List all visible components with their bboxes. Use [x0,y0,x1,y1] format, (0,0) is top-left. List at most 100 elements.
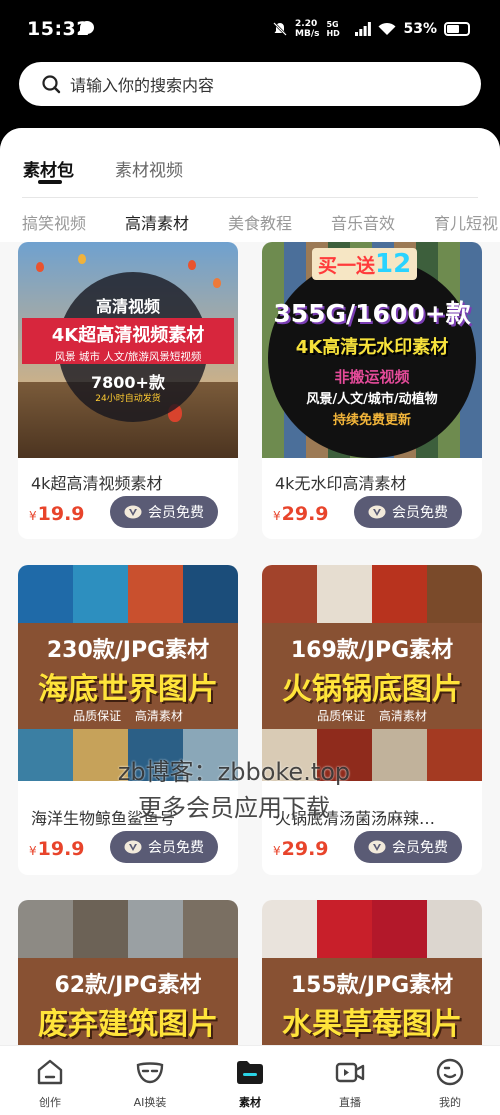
thumb-photo-strip [262,900,482,960]
status-bar: 15:32 2.20 MB/s 5G HD 53% [0,0,500,58]
nav-item-ai-outfit[interactable]: AI换装 [100,1046,200,1115]
thumb-brown-band: 230款/JPG素材 海底世界图片 品质保证 高清素材 [18,623,238,731]
nav-item-live[interactable]: 直播 [300,1046,400,1115]
thumb-count-text: 230款/JPG素材 [46,638,210,663]
vip-button-label: 会员免费 [148,840,204,856]
thumb-quality-text: 品质保证 高清素材 [73,709,183,723]
product-title: 4k无水印高清素材 [275,474,407,493]
product-price: ¥29.9 [273,838,329,860]
thumb-main-text: 4K超高清视频素材 [51,325,205,346]
nav-item-create[interactable]: 创作 [0,1046,100,1115]
vip-free-button[interactable]: 会员免费 [354,496,462,528]
product-thumbnail: 169款/JPG素材 火锅锅底图片 品质保证 高清素材 [262,565,482,781]
top-tabs: 素材包 素材视频 [0,128,500,198]
thumb-headline-text: 水果草莓图片 [282,1007,462,1042]
category-bar: 搞笑视频 高清素材 美食教程 音乐音效 育儿短视 [0,198,500,242]
thumb-count-text: 62款/JPG素材 [54,973,202,998]
thumb-count-text: 169款/JPG素材 [290,638,454,663]
thumb-photo-strip-bottom [262,729,482,781]
currency-symbol: ¥ [29,509,37,523]
nav-item-material[interactable]: 素材 [200,1046,300,1115]
category-item-music[interactable]: 音乐音效 [331,210,395,234]
thumb-line-3: 持续免费更新 [332,413,411,428]
tab-material-video[interactable]: 素材视频 [115,156,183,181]
chat-notification-icon [80,21,94,34]
thumb-count-text: 7800+款 [91,373,165,392]
thumb-line-1: 非搬运视频 [334,368,410,386]
main-content: 素材包 素材视频 搞笑视频 高清素材 美食教程 音乐音效 育儿短视 高清视频 4… [0,128,500,1115]
product-card[interactable]: 230款/JPG素材 海底世界图片 品质保证 高清素材 海洋生物鲸鱼鲨鱼号 ¥1… [18,565,238,875]
thumb-top-text: 高清视频 [95,297,160,316]
category-item-food[interactable]: 美食教程 [228,210,292,234]
nav-label: AI换装 [133,1096,167,1109]
price-value: 19.9 [37,838,85,860]
vip-diamond-icon [368,840,386,854]
status-indicators: 2.20 MB/s 5G HD 53% [272,17,470,41]
promo-number: 12 [375,249,412,279]
vip-button-label: 会员免费 [148,505,204,521]
product-card[interactable]: 高清视频 4K超高清视频素材 风景 城市 人文/旅游风景短视频 7800+款 2… [18,242,238,539]
vip-diamond-icon [124,505,142,519]
vip-diamond-icon [368,505,386,519]
profile-icon [436,1058,464,1086]
nav-item-profile[interactable]: 我的 [400,1046,500,1115]
thumb-promo: 买一送12 [312,248,418,280]
thumb-photo-strip [18,565,238,625]
price-value: 29.9 [281,503,329,525]
price-value: 19.9 [37,503,85,525]
vip-free-button[interactable]: 会员免费 [354,831,462,863]
nav-label: 直播 [339,1096,361,1109]
balloon-icon [36,262,44,272]
mute-bell-icon [273,22,287,36]
thumb-headline-text: 废弃建筑图片 [38,1007,218,1042]
nav-label: 我的 [439,1096,461,1109]
thumb-sub-text: 风景 城市 人文/旅游风景短视频 [54,351,202,363]
product-price: ¥29.9 [273,503,329,525]
balloon-icon [78,254,86,264]
live-camera-icon [335,1062,365,1083]
search-input[interactable]: 请输入你的搜索内容 [19,62,481,106]
mask-icon [136,1062,164,1084]
nav-label: 创作 [39,1096,61,1109]
thumb-count-text: 155款/JPG素材 [290,973,454,998]
product-price: ¥19.9 [29,503,85,525]
product-card[interactable]: 买一送12 355G/1600+款 4K高清无水印素材 非搬运视频 风景/人文/… [262,242,482,539]
battery-percent: 53% [403,21,437,37]
thumb-photo-strip [262,565,482,625]
balloon-icon [213,278,221,288]
folder-icon [237,1061,263,1084]
vip-button-label: 会员免费 [392,840,448,856]
vip-free-button[interactable]: 会员免费 [110,831,218,863]
product-thumbnail: 230款/JPG素材 海底世界图片 品质保证 高清素材 [18,565,238,781]
home-icon [37,1059,63,1085]
category-item-funny[interactable]: 搞笑视频 [22,210,86,234]
product-title: 海洋生物鲸鱼鲨鱼号 [31,809,176,828]
thumb-big-text: 355G/1600+款 [273,299,471,328]
search-placeholder: 请输入你的搜索内容 [70,76,215,95]
vip-diamond-icon [124,840,142,854]
product-price: ¥19.9 [29,838,85,860]
bottom-nav: 创作 AI换装 素材 直播 我的 [0,1045,500,1115]
currency-symbol: ¥ [273,509,281,523]
category-item-parenting[interactable]: 育儿短视 [434,210,498,234]
balloon-icon [188,260,196,270]
thumb-brown-band: 169款/JPG素材 火锅锅底图片 品质保证 高清素材 [262,623,482,731]
search-area: 请输入你的搜索内容 [0,58,500,128]
tab-material-pack[interactable]: 素材包 [23,156,74,181]
category-item-hd[interactable]: 高清素材 [125,210,189,234]
currency-symbol: ¥ [273,844,281,858]
vip-button-label: 会员免费 [392,505,448,521]
thumb-red-band: 4K超高清视频素材 风景 城市 人文/旅游风景短视频 [22,318,234,364]
product-card[interactable]: 169款/JPG素材 火锅锅底图片 品质保证 高清素材 火锅底清汤菌汤麻辣… ¥… [262,565,482,875]
currency-symbol: ¥ [29,844,37,858]
search-icon [42,75,61,94]
battery-icon [444,22,470,36]
thumb-quality-text: 品质保证 高清素材 [317,709,427,723]
active-tab-indicator [38,180,62,184]
speed-value: 2.20 [295,19,318,29]
vip-free-button[interactable]: 会员免费 [110,496,218,528]
thumb-note-text: 24小时自动发货 [95,394,161,404]
thumb-line-2: 风景/人文/城市/动植物 [306,392,438,407]
thumb-headline-text: 火锅锅底图片 [282,672,462,707]
signal-icon [355,22,372,36]
